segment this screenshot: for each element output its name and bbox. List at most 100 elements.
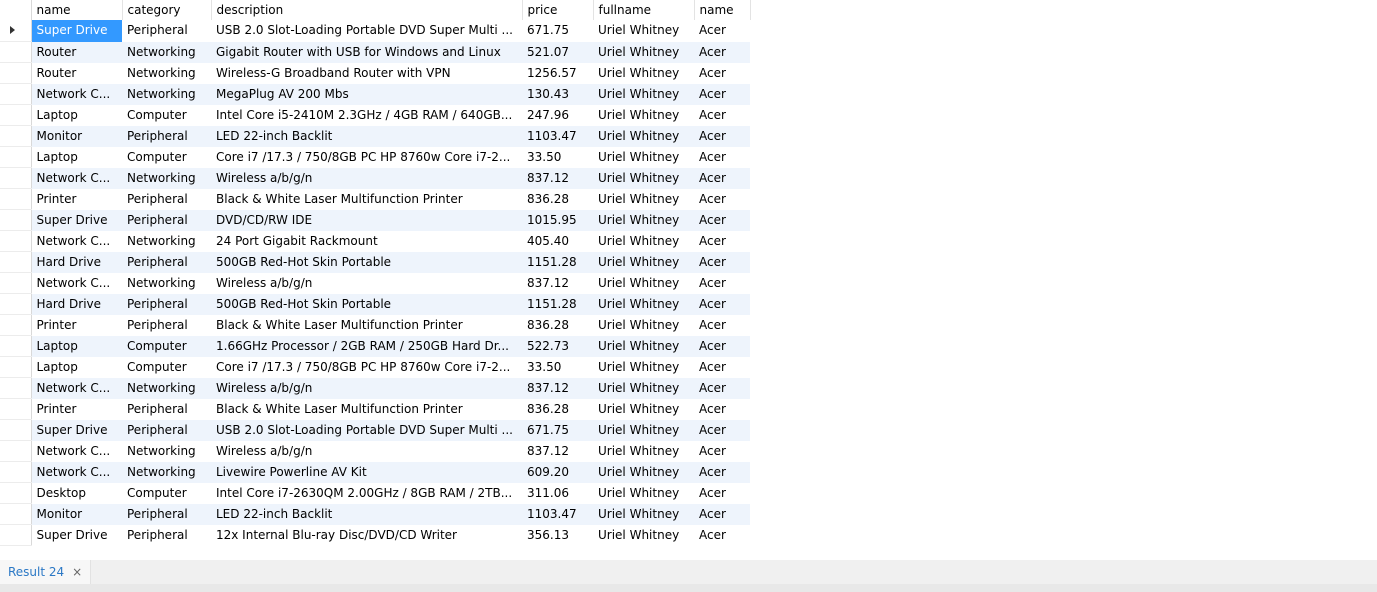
cell-category[interactable]: Networking (122, 230, 211, 252)
cell-name[interactable]: Super Drive (31, 20, 122, 42)
row-indicator[interactable] (0, 251, 32, 273)
cell-fullname[interactable]: Uriel Whitney (593, 461, 694, 483)
cell-description[interactable]: 1.66GHz Processor / 2GB RAM / 250GB Hard… (211, 335, 522, 357)
table-row[interactable]: Super Drive Peripheral USB 2.0 Slot-Loadin… (0, 419, 750, 441)
cell-name-2[interactable]: Acer (694, 293, 750, 315)
table-row[interactable]: Router Networking Gigabit Router with USB … (0, 41, 750, 63)
row-indicator[interactable] (0, 125, 32, 147)
cell-description[interactable]: Core i7 /17.3 / 750/8GB PC HP 8760w Core… (211, 146, 522, 168)
cell-fullname[interactable]: Uriel Whitney (593, 230, 694, 252)
cell-category[interactable]: Computer (122, 356, 211, 378)
cell-description[interactable]: Black & White Laser Multifunction Printe… (211, 398, 522, 420)
row-indicator[interactable] (0, 293, 32, 315)
cell-category[interactable]: Peripheral (122, 503, 211, 525)
cell-fullname[interactable]: Uriel Whitney (593, 314, 694, 336)
cell-name[interactable]: Network C... (31, 83, 122, 105)
cell-fullname[interactable]: Uriel Whitney (593, 146, 694, 168)
cell-category[interactable]: Peripheral (122, 251, 211, 273)
cell-name-2[interactable]: Acer (694, 356, 750, 378)
column-header-name-2[interactable]: name (694, 0, 751, 20)
cell-name[interactable]: Network C... (31, 167, 122, 189)
cell-price[interactable]: 522.73 (522, 335, 593, 357)
table-row[interactable]: Monitor Peripheral LED 22-inch Backlit 1103… (0, 125, 750, 147)
row-indicator[interactable] (0, 503, 32, 525)
cell-description[interactable]: USB 2.0 Slot-Loading Portable DVD Super … (211, 20, 522, 42)
cell-name-2[interactable]: Acer (694, 398, 750, 420)
cell-name-2[interactable]: Acer (694, 41, 750, 63)
table-row[interactable]: Network C... Networking Livewire Powerline… (0, 461, 750, 483)
row-indicator[interactable] (0, 377, 32, 399)
cell-name[interactable]: Network C... (31, 461, 122, 483)
table-row[interactable]: Hard Drive Peripheral 500GB Red-Hot Skin P… (0, 251, 750, 273)
cell-description[interactable]: Wireless a/b/g/n (211, 440, 522, 462)
result-tab[interactable]: Result 24 × (0, 560, 92, 584)
table-row[interactable]: Printer Peripheral Black & White Laser Mul… (0, 188, 750, 210)
table-row[interactable]: Laptop Computer Core i7 /17.3 / 750/8GB PC… (0, 356, 750, 378)
cell-description[interactable]: Black & White Laser Multifunction Printe… (211, 188, 522, 210)
cell-name[interactable]: Super Drive (31, 524, 122, 546)
table-row[interactable]: Laptop Computer Intel Core i5-2410M 2.3GHz… (0, 104, 750, 126)
cell-category[interactable]: Peripheral (122, 293, 211, 315)
cell-fullname[interactable]: Uriel Whitney (593, 167, 694, 189)
table-row[interactable]: Monitor Peripheral LED 22-inch Backlit 1103… (0, 503, 750, 525)
cell-description[interactable]: 500GB Red-Hot Skin Portable (211, 293, 522, 315)
cell-name[interactable]: Hard Drive (31, 251, 122, 273)
row-indicator[interactable] (0, 209, 32, 231)
table-row[interactable]: Network C... Networking Wireless a/b/g/n 83… (0, 167, 750, 189)
column-header-name[interactable]: name (31, 0, 123, 20)
cell-description[interactable]: Wireless a/b/g/n (211, 377, 522, 399)
cell-fullname[interactable]: Uriel Whitney (593, 83, 694, 105)
cell-fullname[interactable]: Uriel Whitney (593, 209, 694, 231)
cell-name-2[interactable]: Acer (694, 419, 750, 441)
cell-category[interactable]: Networking (122, 41, 211, 63)
cell-description[interactable]: LED 22-inch Backlit (211, 503, 522, 525)
cell-price[interactable]: 1151.28 (522, 293, 593, 315)
cell-description[interactable]: Core i7 /17.3 / 750/8GB PC HP 8760w Core… (211, 356, 522, 378)
cell-fullname[interactable]: Uriel Whitney (593, 503, 694, 525)
cell-category[interactable]: Computer (122, 146, 211, 168)
cell-category[interactable]: Computer (122, 482, 211, 504)
cell-category[interactable]: Computer (122, 335, 211, 357)
cell-price[interactable]: 837.12 (522, 272, 593, 294)
cell-category[interactable]: Peripheral (122, 314, 211, 336)
cell-price[interactable]: 33.50 (522, 146, 593, 168)
cell-description[interactable]: Intel Core i7-2630QM 2.00GHz / 8GB RAM /… (211, 482, 522, 504)
table-row[interactable]: Network C... Networking 24 Port Gigabit Ra… (0, 230, 750, 252)
cell-name-2[interactable]: Acer (694, 83, 750, 105)
cell-description[interactable]: 500GB Red-Hot Skin Portable (211, 251, 522, 273)
cell-fullname[interactable]: Uriel Whitney (593, 440, 694, 462)
cell-name-2[interactable]: Acer (694, 461, 750, 483)
table-row[interactable]: Super Drive Peripheral DVD/CD/RW IDE 1015.9… (0, 209, 750, 231)
cell-category[interactable]: Networking (122, 167, 211, 189)
cell-category[interactable]: Networking (122, 461, 211, 483)
cell-name[interactable]: Network C... (31, 440, 122, 462)
cell-price[interactable]: 837.12 (522, 167, 593, 189)
cell-category[interactable]: Networking (122, 377, 211, 399)
cell-description[interactable]: DVD/CD/RW IDE (211, 209, 522, 231)
cell-price[interactable]: 130.43 (522, 83, 593, 105)
table-row[interactable]: Network C... Networking Wireless a/b/g/n 83… (0, 440, 750, 462)
cell-category[interactable]: Peripheral (122, 419, 211, 441)
cell-name-2[interactable]: Acer (694, 146, 750, 168)
row-indicator[interactable] (0, 419, 32, 441)
cell-price[interactable]: 836.28 (522, 398, 593, 420)
row-indicator[interactable] (0, 41, 32, 63)
cell-name-2[interactable]: Acer (694, 377, 750, 399)
row-indicator[interactable] (0, 146, 32, 168)
cell-name[interactable]: Laptop (31, 356, 122, 378)
cell-name[interactable]: Laptop (31, 146, 122, 168)
close-icon[interactable]: × (72, 565, 82, 579)
cell-fullname[interactable]: Uriel Whitney (593, 377, 694, 399)
cell-price[interactable]: 405.40 (522, 230, 593, 252)
column-header-fullname[interactable]: fullname (593, 0, 695, 20)
cell-price[interactable]: 1103.47 (522, 503, 593, 525)
cell-name-2[interactable]: Acer (694, 125, 750, 147)
table-row[interactable]: Laptop Computer Core i7 /17.3 / 750/8GB PC… (0, 146, 750, 168)
table-row[interactable]: Super Drive Peripheral 12x Internal Blu-ra… (0, 524, 750, 546)
cell-category[interactable]: Networking (122, 440, 211, 462)
cell-fullname[interactable]: Uriel Whitney (593, 20, 694, 42)
cell-fullname[interactable]: Uriel Whitney (593, 482, 694, 504)
cell-fullname[interactable]: Uriel Whitney (593, 398, 694, 420)
cell-name[interactable]: Laptop (31, 335, 122, 357)
cell-fullname[interactable]: Uriel Whitney (593, 188, 694, 210)
